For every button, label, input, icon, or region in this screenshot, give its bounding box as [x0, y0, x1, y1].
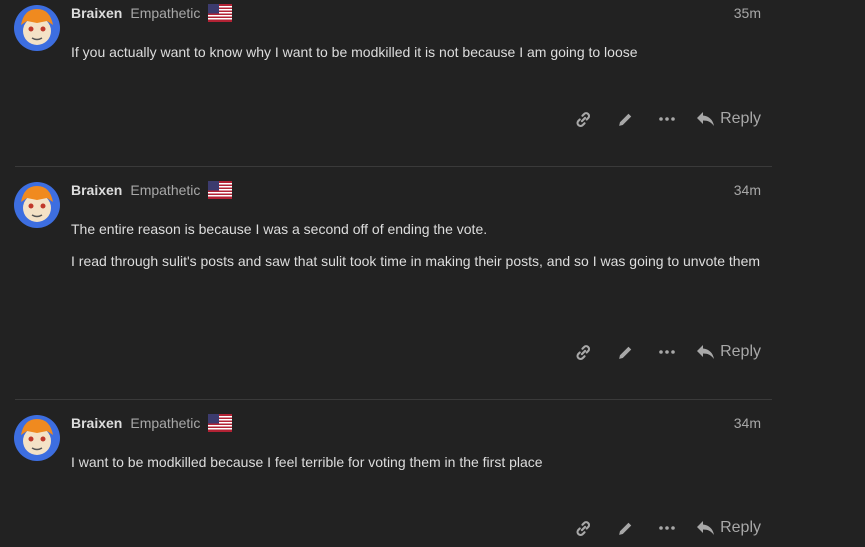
post: Braixen Empathetic 34m I want to be modk… [0, 399, 772, 547]
username[interactable]: Braixen [71, 182, 122, 198]
reply-button[interactable]: Reply [696, 519, 761, 537]
right-margin [772, 0, 865, 547]
avatar[interactable] [14, 182, 60, 228]
post-body: I want to be modkilled because I feel te… [71, 452, 761, 484]
more-options-button[interactable] [646, 337, 688, 367]
us-flag-icon [208, 181, 233, 199]
reply-label: Reply [720, 519, 761, 536]
post: Braixen Empathetic 34m The entire reason… [0, 166, 772, 399]
copy-link-button[interactable] [562, 513, 604, 543]
edit-button[interactable] [604, 513, 646, 543]
more-options-button[interactable] [646, 104, 688, 134]
post-time[interactable]: 35m [734, 5, 761, 21]
us-flag-icon [208, 4, 233, 22]
more-icon [659, 350, 675, 354]
reply-icon [697, 521, 715, 535]
post-actions: Reply [562, 104, 761, 134]
edit-button[interactable] [604, 104, 646, 134]
avatar[interactable] [14, 5, 60, 51]
us-flag-icon [208, 414, 233, 432]
pencil-icon [618, 522, 631, 535]
reply-label: Reply [720, 110, 761, 127]
reply-button[interactable]: Reply [696, 343, 761, 361]
link-icon [576, 344, 590, 360]
username[interactable]: Braixen [71, 5, 122, 21]
reply-icon [697, 345, 715, 359]
user-title: Empathetic [130, 182, 201, 198]
post-divider [15, 399, 772, 400]
post-actions: Reply [562, 337, 761, 367]
post-actions: Reply [562, 513, 761, 543]
post: Braixen Empathetic 35m If you actually w… [0, 0, 772, 166]
post-body: The entire reason is because I was a sec… [71, 219, 761, 283]
post-time[interactable]: 34m [734, 415, 761, 431]
post-paragraph: I want to be modkilled because I feel te… [71, 454, 543, 470]
copy-link-button[interactable] [562, 337, 604, 367]
post-body: If you actually want to know why I want … [71, 42, 761, 74]
more-options-button[interactable] [646, 513, 688, 543]
post-paragraph: If you actually want to know why I want … [71, 44, 638, 60]
reply-icon [697, 112, 715, 126]
pencil-icon [618, 346, 631, 359]
username[interactable]: Braixen [71, 415, 122, 431]
more-icon [659, 526, 675, 530]
user-title: Empathetic [130, 5, 201, 21]
post-time[interactable]: 34m [734, 182, 761, 198]
post-meta: Braixen Empathetic [71, 4, 233, 22]
link-icon [576, 520, 590, 536]
avatar[interactable] [14, 415, 60, 461]
copy-link-button[interactable] [562, 104, 604, 134]
post-paragraph: The entire reason is because I was a sec… [71, 221, 488, 237]
post-meta: Braixen Empathetic [71, 414, 233, 432]
link-icon [576, 111, 590, 127]
user-title: Empathetic [130, 415, 201, 431]
post-meta: Braixen Empathetic [71, 181, 233, 199]
edit-button[interactable] [604, 337, 646, 367]
reply-button[interactable]: Reply [696, 110, 761, 128]
post-paragraph: I read through sulit's posts and saw tha… [71, 253, 761, 269]
reply-label: Reply [720, 343, 761, 360]
more-icon [659, 117, 675, 121]
post-divider [15, 166, 772, 167]
pencil-icon [618, 113, 631, 126]
